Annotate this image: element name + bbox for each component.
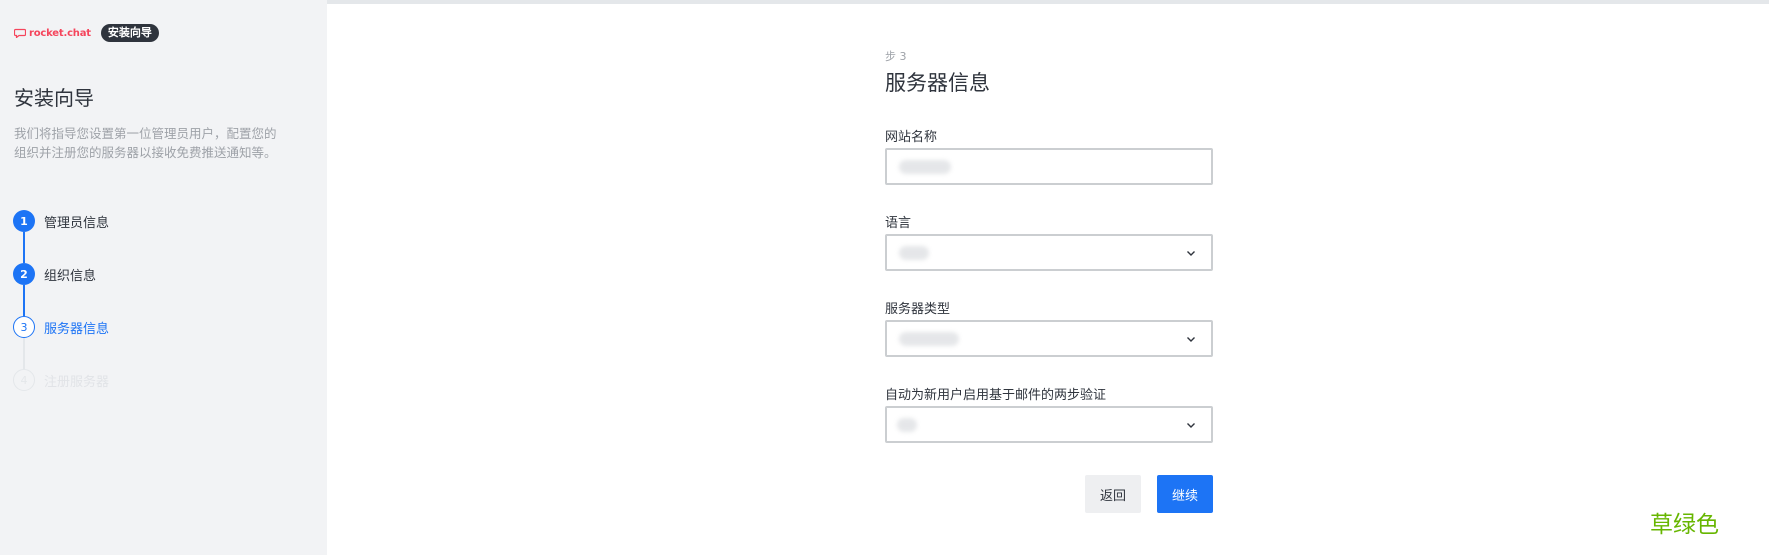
step-connector (23, 232, 25, 263)
redacted-value (899, 160, 951, 174)
step-connector (23, 285, 25, 316)
watermark-text: 草绿色 (1650, 512, 1719, 538)
rocket-logo-icon (14, 28, 26, 38)
redacted-value (899, 332, 959, 346)
step-connector (23, 338, 25, 369)
logo-row: rocket.chat 安装向导 (14, 24, 159, 42)
logo-text: rocket.chat (29, 27, 91, 39)
step-item-server-info: 3 服务器信息 (13, 316, 109, 338)
step-label: 组织信息 (44, 268, 97, 284)
sidebar-title: 安装向导 (14, 86, 94, 110)
step-number: 1 (13, 210, 35, 232)
step-number: 3 (13, 316, 35, 338)
step-item-register-server: 4 注册服务器 (13, 369, 109, 391)
chevron-down-icon (1187, 423, 1195, 428)
rocketchat-logo: rocket.chat (14, 28, 91, 39)
language-label: 语言 (885, 216, 912, 231)
top-divider (327, 0, 1769, 4)
chevron-down-icon (1187, 337, 1195, 342)
sidebar: rocket.chat 安装向导 安装向导 我们将指导您设置第一位管理员用户，配… (0, 0, 327, 555)
server-type-label: 服务器类型 (885, 302, 951, 317)
two-factor-label: 自动为新用户启用基于邮件的两步验证 (885, 388, 1107, 403)
continue-button[interactable]: 继续 (1157, 475, 1213, 513)
server-type-select[interactable] (885, 320, 1213, 357)
step-number: 4 (13, 369, 35, 391)
two-factor-select[interactable] (885, 406, 1213, 443)
step-label: 管理员信息 (44, 215, 110, 231)
step-label: 服务器信息 (44, 321, 110, 337)
chevron-down-icon (1187, 251, 1195, 256)
page-title: 服务器信息 (885, 71, 990, 95)
server-info-form: 步 3 服务器信息 网站名称 语言 服务器类型 自动为新用户启用基于邮件的两步验… (885, 48, 1213, 513)
language-select[interactable] (885, 234, 1213, 271)
step-indicator: 步 3 (885, 50, 907, 63)
step-number: 2 (13, 263, 35, 285)
setup-wizard-badge: 安装向导 (100, 24, 159, 42)
redacted-value (899, 246, 929, 260)
site-name-label: 网站名称 (885, 130, 938, 145)
site-name-input[interactable] (885, 148, 1213, 185)
back-button[interactable]: 返回 (1085, 475, 1141, 513)
step-item-admin-info: 1 管理员信息 (13, 210, 109, 232)
sidebar-description: 我们将指导您设置第一位管理员用户，配置您的组织并注册您的服务器以接收免费推送通知… (14, 126, 277, 160)
step-label: 注册服务器 (44, 374, 110, 390)
redacted-value (897, 418, 917, 432)
step-item-organization-info: 2 组织信息 (13, 263, 96, 285)
